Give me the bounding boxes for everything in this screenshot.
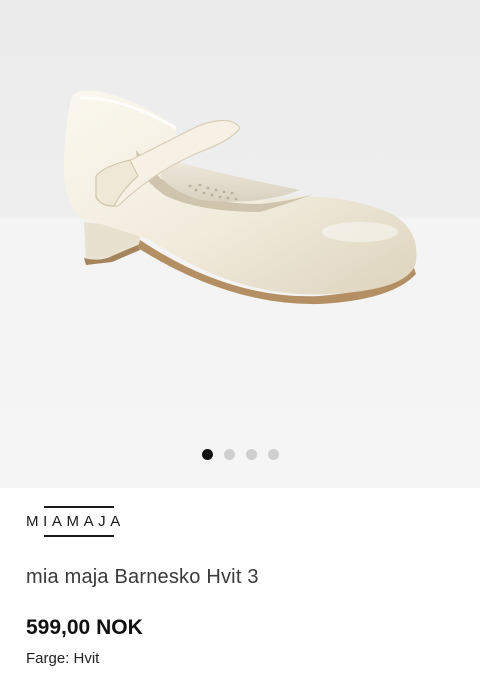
brand-name: MIAMAJA bbox=[26, 513, 125, 530]
carousel-dot-4[interactable] bbox=[267, 449, 279, 460]
brand-rule-top bbox=[44, 506, 114, 508]
product-color: Farge: Hvit bbox=[26, 650, 100, 667]
carousel-dot-3[interactable] bbox=[245, 449, 257, 460]
carousel-dot-2[interactable] bbox=[223, 449, 235, 460]
brand-rule-bottom bbox=[44, 535, 114, 537]
title-fade bbox=[270, 560, 320, 594]
shoe-image bbox=[63, 90, 417, 305]
carousel-indicator bbox=[0, 449, 480, 463]
product-image-carousel[interactable] bbox=[0, 0, 480, 488]
product-price: 599,00 NOK bbox=[26, 616, 143, 639]
carousel-dot-1[interactable] bbox=[201, 449, 213, 460]
product-title[interactable]: mia maja Barnesko Hvit 3 bbox=[26, 566, 306, 589]
